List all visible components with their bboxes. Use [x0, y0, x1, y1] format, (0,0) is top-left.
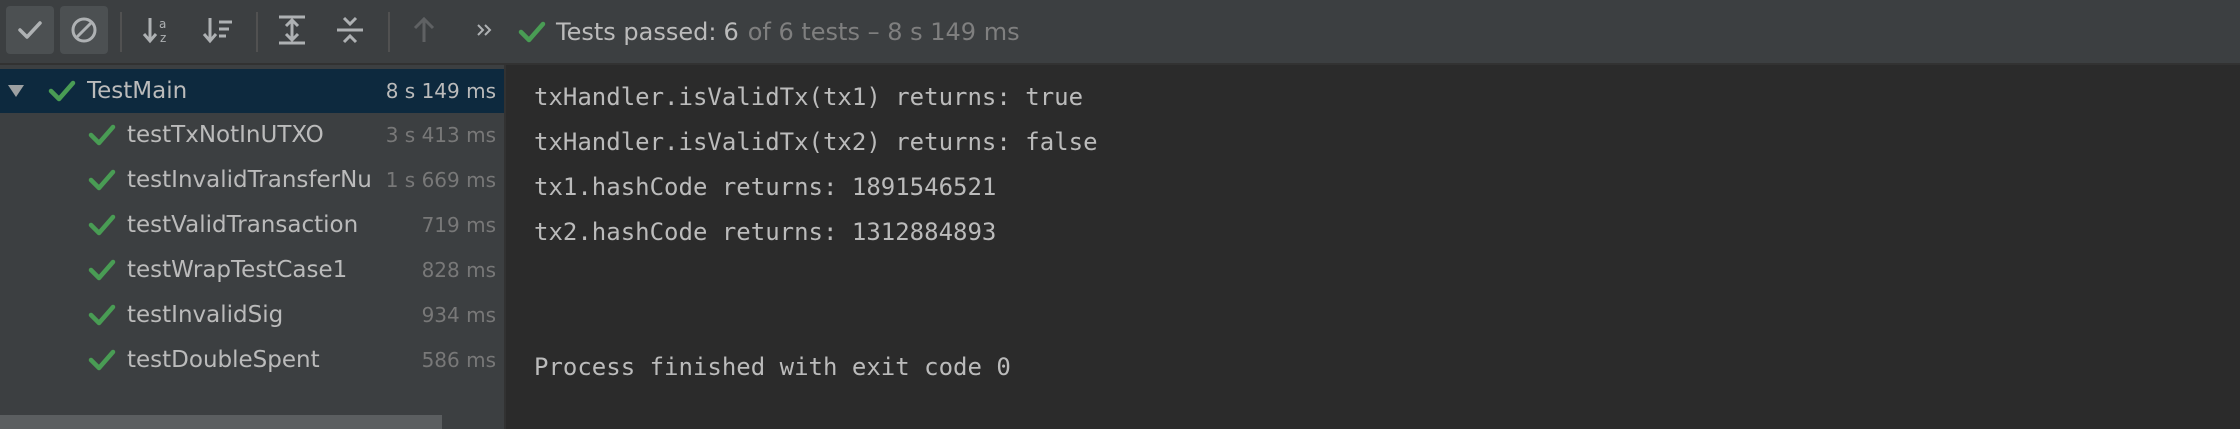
test-label: testTxNotInUTXO [127, 122, 324, 148]
double-chevron-right-icon [477, 24, 492, 36]
test-row[interactable]: testInvalidTransferNu 1 s 669 ms [0, 158, 504, 202]
expand-all-button[interactable] [268, 6, 316, 54]
horizontal-scrollbar[interactable] [0, 415, 442, 429]
toolbar-separator [120, 12, 122, 52]
test-row[interactable]: testTxNotInUTXO 3 s 413 ms [0, 113, 504, 157]
sort-by-duration-button[interactable] [194, 6, 242, 54]
checkmark-icon [88, 124, 116, 146]
previous-failed-button[interactable] [400, 6, 448, 54]
test-label: testValidTransaction [127, 212, 359, 238]
checkmark-icon [88, 304, 116, 326]
checkmark-icon [88, 214, 116, 236]
console-line: tx2.hashCode returns: 1312884893 [534, 218, 997, 246]
status-count: 6 [723, 18, 739, 46]
expand-all-icon [279, 15, 305, 45]
console-line: tx1.hashCode returns: 1891546521 [534, 173, 997, 201]
test-row[interactable]: testInvalidSig 934 ms [0, 293, 504, 337]
sort-alpha-icon: a z [142, 17, 166, 45]
checkmark-icon [18, 21, 42, 39]
console-line: txHandler.isValidTx(tx1) returns: true [534, 83, 1084, 111]
svg-text:a: a [159, 17, 166, 31]
collapse-all-button[interactable] [326, 6, 374, 54]
test-time: 934 ms [421, 303, 496, 327]
more-button[interactable] [462, 6, 506, 54]
test-time: 719 ms [421, 213, 496, 237]
console-output[interactable]: txHandler.isValidTx(tx1) returns: true t… [506, 65, 2240, 429]
test-row[interactable]: testValidTransaction 719 ms [0, 203, 504, 247]
tree-root-label: TestMain [87, 78, 188, 104]
svg-text:z: z [160, 31, 166, 45]
test-time: 828 ms [421, 258, 496, 282]
arrow-up-icon [413, 16, 435, 42]
toolbar-separator [388, 12, 390, 52]
test-label: testDoubleSpent [127, 347, 320, 373]
checkmark-icon [88, 259, 116, 281]
sort-alphabetically-button[interactable]: a z [134, 6, 182, 54]
checkmark-icon [48, 80, 76, 102]
show-passed-button[interactable] [6, 6, 54, 54]
expand-arrow-icon[interactable] [6, 81, 26, 101]
checkmark-icon [518, 21, 546, 43]
test-label: testWrapTestCase1 [127, 257, 348, 283]
test-row[interactable]: testWrapTestCase1 828 ms [0, 248, 504, 292]
test-label: testInvalidSig [127, 302, 284, 328]
tree-root-time: 8 s 149 ms [385, 79, 496, 103]
status-prefix: Tests passed: [556, 18, 717, 46]
test-runner-toolbar: a z Tests passed: 6 of 6 tests – 8 s 149… [0, 0, 2240, 65]
test-tree: TestMain 8 s 149 ms testTxNotInUTXO 3 s … [0, 65, 506, 429]
checkmark-icon [88, 169, 116, 191]
console-line: txHandler.isValidTx(tx2) returns: false [534, 128, 1098, 156]
test-status: Tests passed: 6 of 6 tests – 8 s 149 ms [518, 14, 1020, 50]
no-entry-icon [71, 17, 97, 43]
test-time: 1 s 669 ms [385, 168, 496, 192]
show-ignored-button[interactable] [60, 6, 108, 54]
test-time: 586 ms [421, 348, 496, 372]
checkmark-icon [88, 349, 116, 371]
collapse-all-icon [337, 16, 363, 44]
sort-duration-icon [202, 18, 232, 44]
console-line: Process finished with exit code 0 [534, 353, 1011, 381]
tree-root-row[interactable]: TestMain 8 s 149 ms [0, 69, 504, 113]
status-summary: of 6 tests – 8 s 149 ms [747, 18, 1020, 46]
test-row[interactable]: testDoubleSpent 586 ms [0, 338, 504, 382]
toolbar-separator [256, 12, 258, 52]
test-time: 3 s 413 ms [385, 123, 496, 147]
test-label: testInvalidTransferNu [127, 167, 372, 193]
